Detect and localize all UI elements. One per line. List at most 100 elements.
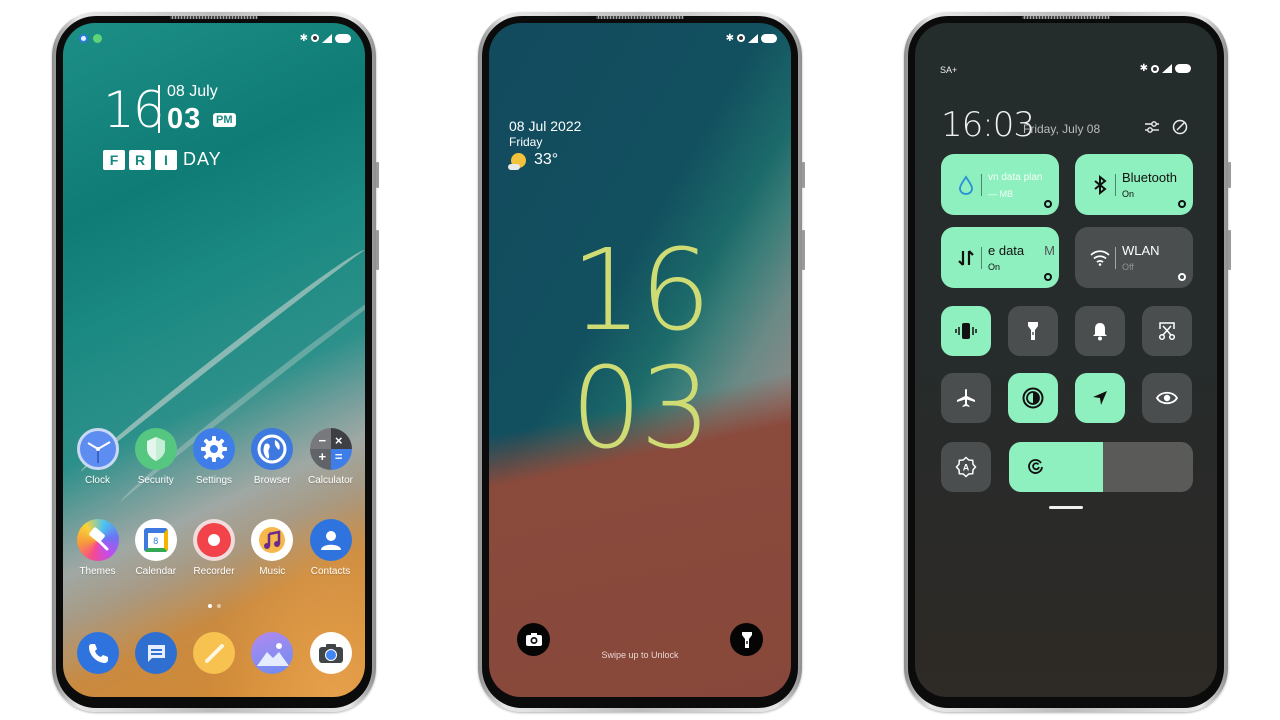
whatsapp-notification-icon xyxy=(93,33,102,43)
tile-subtitle: — MB xyxy=(988,188,1014,199)
vibrate-toggle[interactable] xyxy=(941,306,991,356)
dock xyxy=(69,632,359,674)
control-center: SA+ ✱ 16:03 Friday, July 08 vn data plan… xyxy=(915,23,1217,697)
location-toggle[interactable] xyxy=(1075,373,1125,423)
airplane-mode-toggle[interactable] xyxy=(941,373,991,423)
tile-expand-indicator[interactable] xyxy=(1044,273,1052,281)
lock-day: Friday xyxy=(509,135,543,149)
widget-day-rest: DAY xyxy=(183,149,222,169)
app-themes[interactable]: Themes xyxy=(69,519,126,577)
app-clock[interactable]: Clock xyxy=(69,428,126,486)
phone-icon xyxy=(76,632,119,674)
data-plan-tile[interactable]: vn data plan — MB xyxy=(941,154,1059,215)
app-browser[interactable]: Browser xyxy=(244,428,301,486)
dock-gallery[interactable] xyxy=(244,632,301,674)
app-label: Security xyxy=(137,475,174,486)
signal-icon xyxy=(1162,64,1172,73)
calendar-date-badge: 8 xyxy=(153,535,159,546)
bluetooth-tile[interactable]: Bluetooth On xyxy=(1075,154,1193,215)
app-music[interactable]: Music xyxy=(244,519,301,577)
camera-icon xyxy=(309,632,352,674)
flashlight-icon xyxy=(1028,322,1038,340)
page-dot[interactable] xyxy=(216,604,221,608)
tile-title: Bluetooth xyxy=(1122,169,1177,185)
screenshot-scissors-icon xyxy=(1158,322,1176,341)
auto-brightness-toggle[interactable]: A xyxy=(941,442,991,492)
vibrate-icon xyxy=(955,323,977,339)
power-button xyxy=(1228,230,1231,270)
mobile-data-icon xyxy=(955,247,977,269)
tile-expand-indicator[interactable] xyxy=(1178,273,1186,281)
app-recorder[interactable]: Recorder xyxy=(186,519,243,577)
tile-separator xyxy=(1115,246,1116,269)
tile-separator xyxy=(981,246,982,269)
widget-hour: 16 xyxy=(103,81,165,139)
bluetooth-icon: ✱ xyxy=(1139,63,1148,74)
app-row: Themes 8 Calendar Recorder Music Contact… xyxy=(69,519,359,577)
message-icon xyxy=(134,632,177,674)
page-indicator xyxy=(63,604,365,608)
earpiece-speaker xyxy=(170,16,258,19)
tile-expand-indicator[interactable] xyxy=(1044,200,1052,208)
globe-icon xyxy=(251,428,294,470)
bluetooth-icon xyxy=(1089,174,1111,196)
lock-temperature: 33° xyxy=(534,151,559,168)
wlan-tile[interactable]: WLAN Off xyxy=(1075,227,1193,288)
cc-time: 16:03 xyxy=(941,105,1035,145)
dock-camera[interactable] xyxy=(302,632,359,674)
tile-title-text: e data xyxy=(988,242,1025,258)
lock-screen[interactable]: ✱ 08 Jul 2022 Friday 33° 16 03 Swipe up … xyxy=(489,23,791,697)
tile-title-suffix: M xyxy=(1044,242,1055,258)
app-security[interactable]: Security xyxy=(127,428,184,486)
phone-lock-screen: ✱ 08 Jul 2022 Friday 33° 16 03 Swipe up … xyxy=(478,12,805,712)
panel-drag-handle[interactable] xyxy=(1049,506,1083,509)
app-contacts[interactable]: Contacts xyxy=(302,519,359,577)
battery-icon xyxy=(335,33,351,43)
app-calendar[interactable]: 8 Calendar xyxy=(127,519,184,577)
eye-icon xyxy=(1156,391,1178,405)
widget-day-letter: I xyxy=(155,149,177,170)
screenshot-toggle[interactable] xyxy=(1142,306,1192,356)
phone-control-center: SA+ ✱ 16:03 Friday, July 08 vn data plan… xyxy=(904,12,1231,712)
wifi-icon xyxy=(1089,247,1111,269)
tile-separator xyxy=(1115,173,1116,196)
airplane-icon xyxy=(957,389,975,407)
app-label: Calculator xyxy=(307,475,354,486)
tile-expand-indicator[interactable] xyxy=(1178,200,1186,208)
page-dot-active[interactable] xyxy=(207,604,212,608)
dock-notes[interactable] xyxy=(186,632,243,674)
reading-mode-toggle[interactable] xyxy=(1142,373,1192,423)
app-label: Calendar xyxy=(135,566,177,577)
signal-icon xyxy=(322,33,332,43)
camera-icon xyxy=(525,633,542,646)
dark-mode-toggle[interactable] xyxy=(1008,373,1058,423)
app-calculator[interactable]: − × + = Calculator xyxy=(302,428,359,486)
vpn-icon xyxy=(311,34,319,42)
call-notification-icon xyxy=(79,33,88,43)
brightness-slider[interactable] xyxy=(1009,442,1193,492)
flashlight-toggle[interactable] xyxy=(1008,306,1058,356)
signal-icon xyxy=(748,33,758,43)
ring-toggle[interactable] xyxy=(1075,306,1125,356)
tile-subtitle: On xyxy=(1122,188,1135,199)
status-bar: ✱ xyxy=(505,31,777,45)
app-settings[interactable]: Settings xyxy=(186,428,243,486)
dock-messages[interactable] xyxy=(127,632,184,674)
battery-icon xyxy=(761,33,777,43)
record-icon xyxy=(193,519,235,561)
contrast-icon xyxy=(1022,387,1044,409)
lock-clock-hour: 16 xyxy=(570,226,712,356)
dock-phone[interactable] xyxy=(69,632,126,674)
lock-weather: 33° xyxy=(508,151,559,170)
widget-ampm: PM xyxy=(213,113,236,127)
home-screen: ✱ 16 08 July 03 PM F R I DAY Clock Secur… xyxy=(63,23,365,697)
cc-date: Friday, July 08 xyxy=(1023,122,1101,136)
calculator-icon: − × + = xyxy=(309,428,352,470)
flashlight-icon xyxy=(741,631,752,648)
settings-sliders-icon[interactable] xyxy=(1143,118,1161,136)
edit-icon[interactable] xyxy=(1171,118,1189,136)
mobile-data-tile[interactable]: e data M On xyxy=(941,227,1059,288)
calendar-icon: 8 xyxy=(134,519,177,561)
brightness-slider-fill[interactable] xyxy=(1009,442,1103,492)
status-icons: ✱ xyxy=(1140,63,1191,74)
